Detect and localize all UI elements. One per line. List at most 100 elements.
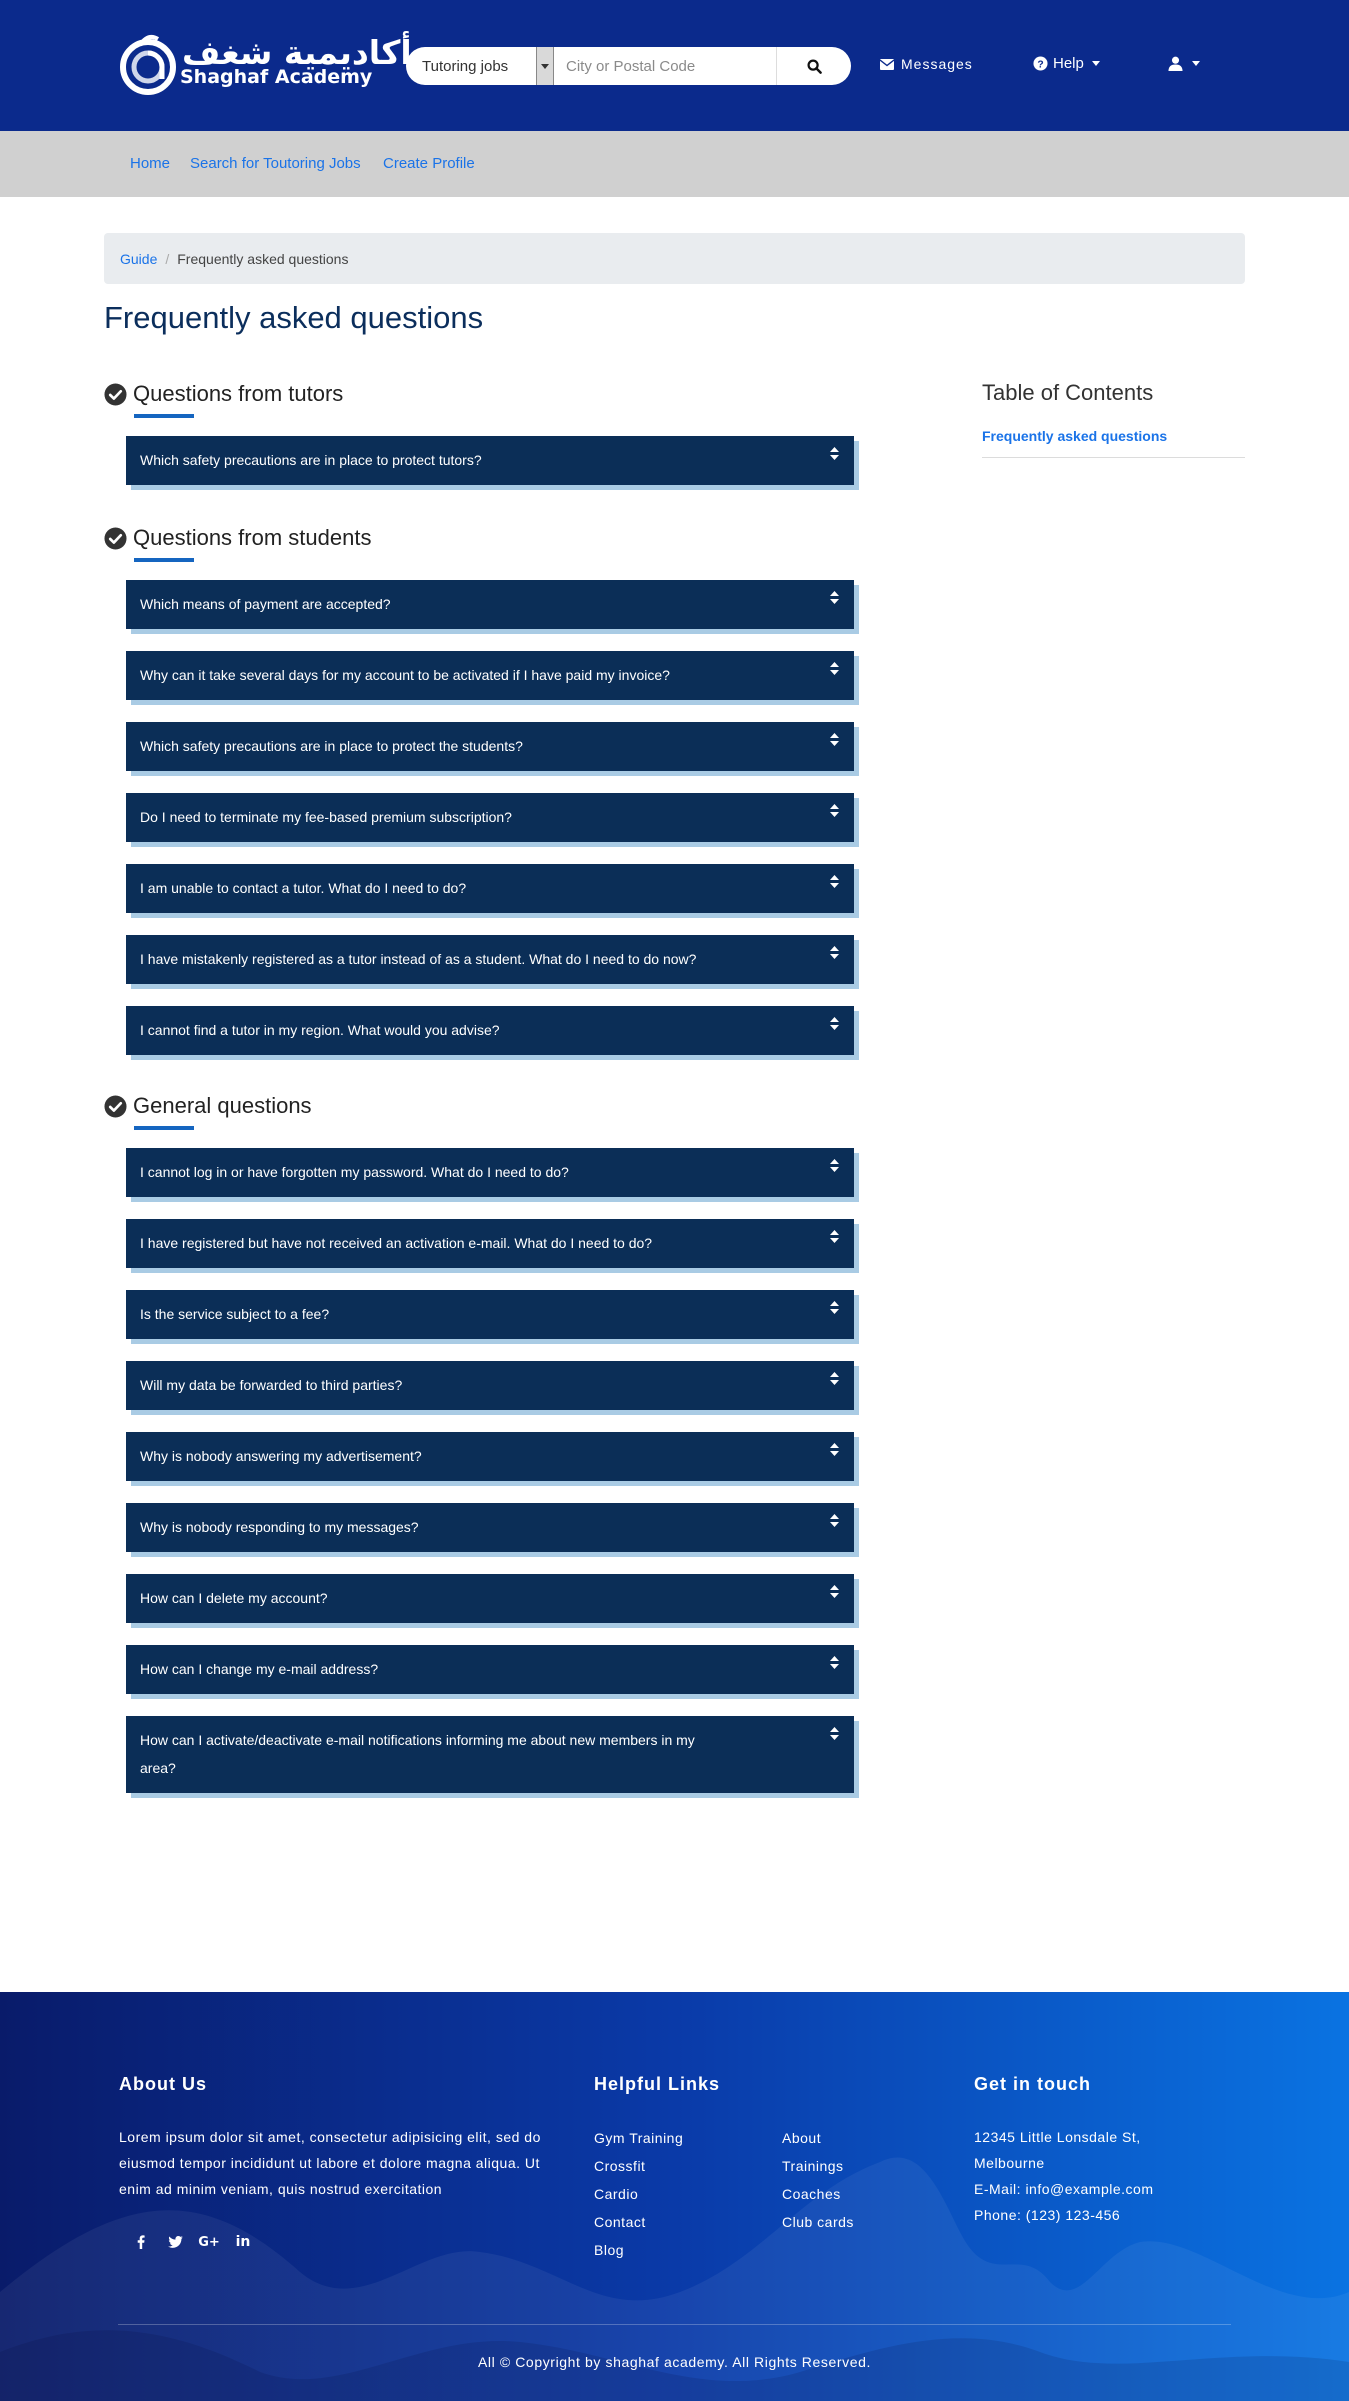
faq-question: Do I need to terminate my fee-based prem… [140, 809, 512, 825]
nav-search-jobs-link[interactable]: Search for Toutoring Jobs [190, 155, 361, 172]
footer-link-blog[interactable]: Blog [594, 2242, 624, 2258]
faq-question: I have mistakenly registered as a tutor … [140, 951, 697, 967]
category-select[interactable]: Tutoring jobs [406, 47, 536, 85]
sort-toggle-icon[interactable] [814, 722, 854, 746]
faq-item[interactable]: Which safety precautions are in place to… [126, 722, 854, 771]
faq-item[interactable]: Will my data be forwarded to third parti… [126, 1361, 854, 1410]
section-underline [134, 558, 194, 562]
sort-toggle-icon[interactable] [814, 1219, 854, 1243]
section-title: Questions from tutors [133, 381, 344, 406]
social-links: G+ in [124, 2228, 260, 2256]
messages-link[interactable]: Messages [880, 56, 973, 72]
faq-question: I cannot find a tutor in my region. What… [140, 1022, 500, 1038]
faq-question: I am unable to contact a tutor. What do … [140, 880, 467, 896]
footer-contact-title: Get in touch [974, 2074, 1091, 2094]
sort-toggle-icon[interactable] [814, 1432, 854, 1456]
sort-toggle-icon[interactable] [814, 1006, 854, 1030]
location-search-input[interactable] [554, 47, 777, 85]
faq-question: Which safety precautions are in place to… [140, 452, 482, 468]
google-plus-icon[interactable]: G+ [192, 2228, 226, 2256]
logo-mark-icon [120, 35, 176, 95]
footer-link-crossfit[interactable]: Crossfit [594, 2158, 645, 2174]
faq-question: I cannot log in or have forgotten my pas… [140, 1164, 569, 1180]
section-heading-general: General questions [104, 1093, 312, 1119]
faq-item[interactable]: I have registered but have not received … [126, 1219, 854, 1268]
footer-link-gym-training[interactable]: Gym Training [594, 2130, 683, 2146]
faq-item[interactable]: I cannot log in or have forgotten my pas… [126, 1148, 854, 1197]
faq-item[interactable]: I have mistakenly registered as a tutor … [126, 935, 854, 984]
logo-text-english: Shaghaf Academy [180, 66, 373, 88]
secondary-nav: Home Search for Toutoring Jobs Create Pr… [0, 131, 1349, 197]
sort-toggle-icon[interactable] [814, 1361, 854, 1385]
chevron-down-icon [541, 63, 549, 69]
footer-link-trainings[interactable]: Trainings [782, 2158, 844, 2174]
footer-address-line2: Melbourne [974, 2155, 1045, 2171]
toc-link-faq[interactable]: Frequently asked questions [982, 428, 1167, 444]
footer-about-title: About Us [119, 2074, 207, 2094]
sort-toggle-icon[interactable] [814, 651, 854, 675]
sort-toggle-icon[interactable] [814, 864, 854, 888]
nav-home-link[interactable]: Home [130, 155, 170, 172]
faq-item[interactable]: Do I need to terminate my fee-based prem… [126, 793, 854, 842]
messages-label: Messages [901, 56, 973, 72]
toc-title: Table of Contents [982, 380, 1154, 405]
help-label: Help [1053, 55, 1084, 72]
faq-item[interactable]: Is the service subject to a fee? [126, 1290, 854, 1339]
linkedin-icon[interactable]: in [226, 2228, 260, 2256]
toc-divider [982, 457, 1245, 458]
faq-item[interactable]: I am unable to contact a tutor. What do … [126, 864, 854, 913]
sort-toggle-icon[interactable] [814, 1574, 854, 1598]
faq-question: How can I change my e-mail address? [140, 1661, 379, 1677]
footer-link-cardio[interactable]: Cardio [594, 2186, 638, 2202]
footer-link-coaches[interactable]: Coaches [782, 2186, 841, 2202]
faq-question: Why is nobody answering my advertisement… [140, 1448, 422, 1464]
user-icon [1168, 56, 1183, 71]
sort-toggle-icon[interactable] [814, 580, 854, 604]
faq-item[interactable]: I cannot find a tutor in my region. What… [126, 1006, 854, 1055]
faq-item[interactable]: How can I delete my account? [126, 1574, 854, 1623]
faq-question: I have registered but have not received … [140, 1235, 653, 1251]
sort-toggle-icon[interactable] [814, 1716, 854, 1740]
twitter-icon[interactable] [158, 2228, 192, 2256]
sort-toggle-icon[interactable] [814, 793, 854, 817]
faq-item[interactable]: How can I activate/deactivate e-mail not… [126, 1716, 854, 1793]
envelope-icon [880, 58, 894, 70]
faq-question: Is the service subject to a fee? [140, 1306, 330, 1322]
footer-address-line1: 12345 Little Lonsdale St, [974, 2129, 1141, 2145]
sort-toggle-icon[interactable] [814, 1290, 854, 1314]
footer-divider [118, 2324, 1231, 2325]
footer-email[interactable]: E-Mail: info@example.com [974, 2176, 1154, 2202]
user-menu-dropdown[interactable] [1168, 56, 1200, 71]
sort-toggle-icon[interactable] [814, 1148, 854, 1172]
site-logo[interactable]: أكاديمية شغف Shaghaf Academy [118, 31, 412, 97]
sort-toggle-icon[interactable] [814, 436, 854, 460]
section-title: Questions from students [133, 525, 372, 550]
check-circle-icon [104, 526, 127, 550]
footer-link-about[interactable]: About [782, 2130, 821, 2146]
footer-link-club-cards[interactable]: Club cards [782, 2214, 854, 2230]
search-button[interactable] [777, 47, 851, 85]
sort-toggle-icon[interactable] [814, 1645, 854, 1669]
category-dropdown-toggle[interactable] [536, 47, 554, 85]
faq-item[interactable]: Why is nobody responding to my messages? [126, 1503, 854, 1552]
faq-item[interactable]: Which means of payment are accepted? [126, 580, 854, 629]
faq-item[interactable]: How can I change my e-mail address? [126, 1645, 854, 1694]
chevron-down-icon [1192, 61, 1200, 66]
nav-create-profile-link[interactable]: Create Profile [383, 155, 475, 172]
footer-link-contact[interactable]: Contact [594, 2214, 646, 2230]
faq-question: Why is nobody responding to my messages? [140, 1519, 419, 1535]
help-dropdown[interactable]: ? Help [1033, 55, 1100, 72]
facebook-icon[interactable] [124, 2228, 158, 2256]
faq-question: Why can it take several days for my acco… [140, 667, 670, 683]
faq-question: Which safety precautions are in place to… [140, 738, 523, 754]
footer-phone[interactable]: Phone: (123) 123-456 [974, 2202, 1120, 2228]
breadcrumb: Guide / Frequently asked questions [104, 233, 1245, 284]
question-circle-icon: ? [1033, 56, 1048, 71]
faq-item[interactable]: Why is nobody answering my advertisement… [126, 1432, 854, 1481]
sort-toggle-icon[interactable] [814, 1503, 854, 1527]
breadcrumb-guide-link[interactable]: Guide [120, 251, 157, 267]
section-title: General questions [133, 1093, 312, 1118]
sort-toggle-icon[interactable] [814, 935, 854, 959]
faq-item[interactable]: Which safety precautions are in place to… [126, 436, 854, 485]
faq-item[interactable]: Why can it take several days for my acco… [126, 651, 854, 700]
